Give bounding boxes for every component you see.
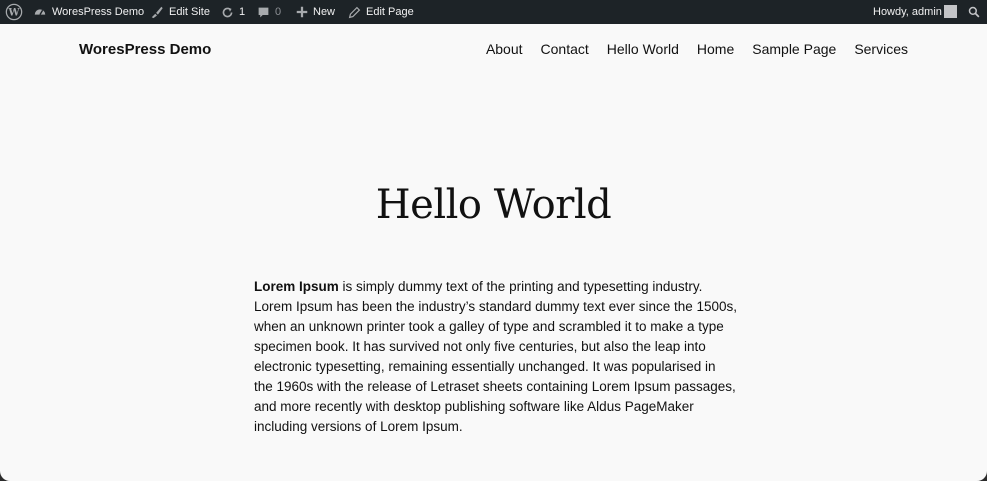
my-account-menu[interactable]: Howdy, admin: [873, 0, 942, 24]
pencil-icon: [348, 6, 361, 19]
nav-item-contact[interactable]: Contact: [541, 41, 589, 57]
comments-count: 0: [275, 6, 282, 18]
paragraph-bold-text: Lorem Ipsum: [254, 279, 339, 294]
wordpress-logo-icon[interactable]: W: [5, 3, 23, 21]
brush-icon: [150, 5, 164, 19]
comment-icon: [257, 6, 270, 19]
search-icon[interactable]: [968, 6, 980, 18]
site-title[interactable]: WoresPress Demo: [79, 41, 211, 58]
primary-navigation: About Contact Hello World Home Sample Pa…: [486, 41, 908, 57]
updates-count: 1: [239, 6, 246, 18]
paragraph-text: is simply dummy text of the printing and…: [254, 279, 738, 434]
nav-item-hello-world[interactable]: Hello World: [607, 41, 679, 57]
refresh-icon: [221, 6, 234, 19]
comments-button[interactable]: 0: [257, 0, 281, 24]
howdy-label: Howdy, admin: [873, 6, 942, 18]
nav-item-sample-page[interactable]: Sample Page: [752, 41, 836, 57]
admin-bar-site[interactable]: WoresPress Demo: [33, 0, 144, 24]
edit-page-button[interactable]: Edit Page: [348, 0, 414, 24]
svg-text:W: W: [7, 8, 20, 19]
page-title: Hello World: [375, 182, 612, 228]
new-label: New: [313, 6, 336, 18]
admin-bar-site-name: WoresPress Demo: [52, 6, 145, 18]
edit-page-label: Edit Page: [366, 6, 414, 18]
body-paragraph: Lorem Ipsum is simply dummy text of the …: [254, 277, 738, 437]
new-content-button[interactable]: New: [296, 0, 335, 24]
updates-button[interactable]: 1: [221, 0, 245, 24]
edit-site-button[interactable]: Edit Site: [150, 0, 210, 24]
admin-bar: W WoresPress Demo Edit Site 1 0 New Edit…: [0, 0, 987, 24]
nav-item-home[interactable]: Home: [697, 41, 734, 57]
avatar[interactable]: [944, 5, 957, 18]
browser-window: W WoresPress Demo Edit Site 1 0 New Edit…: [0, 0, 987, 481]
nav-item-services[interactable]: Services: [854, 41, 908, 57]
plus-icon: [296, 6, 308, 18]
edit-site-label: Edit Site: [169, 6, 210, 18]
nav-item-about[interactable]: About: [486, 41, 523, 57]
dashboard-icon: [33, 5, 47, 19]
